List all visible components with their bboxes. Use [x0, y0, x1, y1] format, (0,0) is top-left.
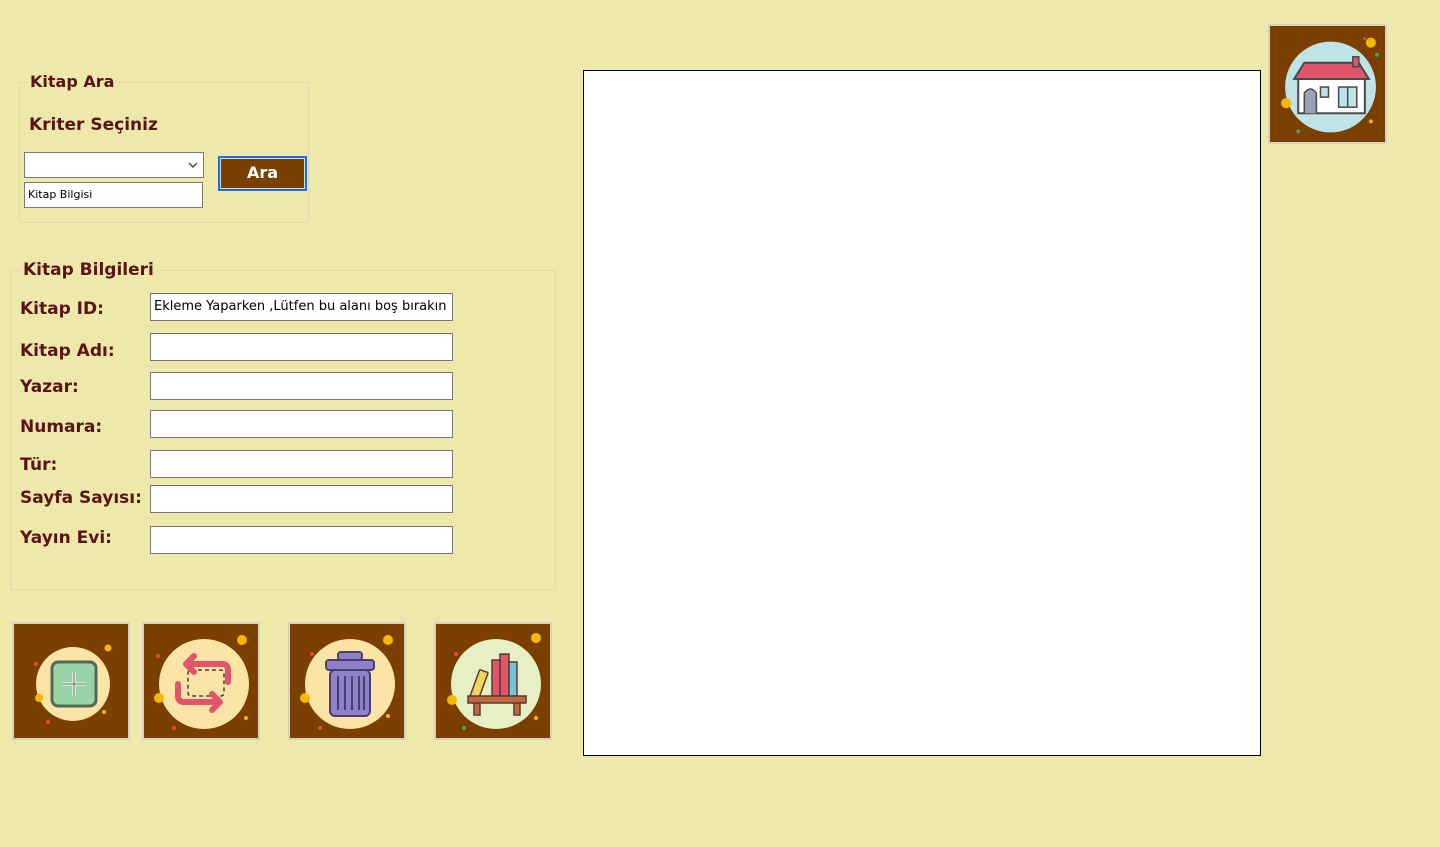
criteria-label: Kriter Seçiniz	[29, 115, 158, 135]
delete-book-button[interactable]	[288, 622, 406, 740]
author-label: Yazar:	[20, 377, 79, 397]
author-field[interactable]	[150, 372, 453, 400]
book-name-field[interactable]	[150, 333, 453, 361]
chevron-down-icon	[188, 162, 198, 168]
update-book-button[interactable]	[142, 622, 260, 740]
book-name-label: Kitap Adı:	[20, 341, 115, 361]
criteria-dropdown[interactable]	[24, 152, 204, 178]
books-data-grid[interactable]	[583, 70, 1261, 756]
publisher-field[interactable]	[150, 526, 453, 554]
search-group-title: Kitap Ara	[27, 73, 118, 91]
number-field[interactable]	[150, 410, 453, 438]
add-icon	[16, 626, 126, 736]
genre-field[interactable]	[150, 450, 453, 478]
book-id-field[interactable]: Ekleme Yaparken ,Lütfen bu alanı boş bır…	[150, 293, 453, 321]
house-icon	[1272, 28, 1383, 140]
trash-can-icon	[292, 626, 402, 736]
book-id-label: Kitap ID:	[20, 299, 104, 319]
page-count-label: Sayfa Sayısı:	[20, 488, 142, 508]
list-books-button[interactable]	[434, 622, 552, 740]
book-info-group-title: Kitap Bilgileri	[20, 261, 157, 279]
swap-arrows-icon	[146, 626, 256, 736]
bookshelf-icon	[438, 626, 548, 736]
home-button[interactable]	[1268, 24, 1387, 144]
number-label: Numara:	[20, 417, 103, 437]
page-count-field[interactable]	[150, 485, 453, 513]
genre-label: Tür:	[20, 455, 58, 475]
book-query-input[interactable]: Kitap Bilgisi	[24, 182, 203, 208]
add-book-button[interactable]	[12, 622, 130, 740]
publisher-label: Yayın Evi:	[20, 528, 112, 548]
search-button[interactable]: Ara	[218, 156, 307, 191]
